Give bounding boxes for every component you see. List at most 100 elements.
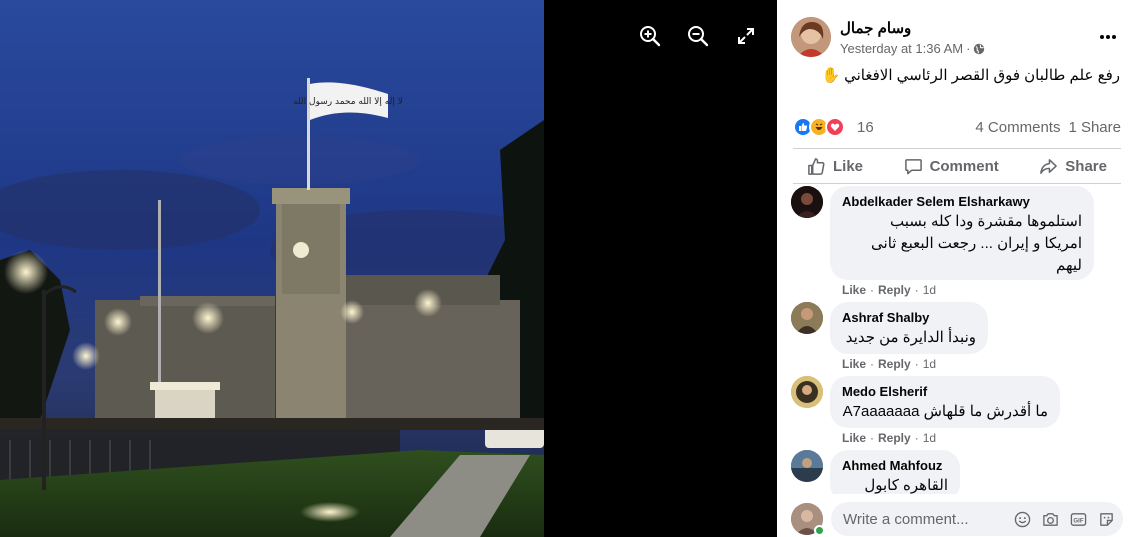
commenter-avatar[interactable] — [791, 376, 823, 408]
commenter-avatar[interactable] — [791, 302, 823, 334]
facebook-photo-theater: لا إله إلا الله محمد رسول الله وسام جمال… — [0, 0, 1136, 537]
post-photo[interactable]: لا إله إلا الله محمد رسول الله — [0, 0, 544, 537]
comment-bubble-icon — [904, 158, 922, 174]
comment-line: ما أقدرش ما قلهاش A7aaaaaaa — [842, 403, 1048, 420]
post-header: وسام جمال Yesterday at 1:36 AM · — [791, 16, 1121, 60]
comment-line: استلموها مقشرة ودا كله بسبب — [890, 213, 1082, 230]
like-button[interactable]: Like — [807, 157, 863, 176]
comment-bubble: Medo Elsherif ما أقدرش ما قلهاش A7aaaaaa… — [830, 376, 1060, 428]
post-text: رفع علم طالبان فوق القصر الرئاسي الافغان… — [821, 66, 1120, 84]
online-status-dot — [814, 525, 825, 536]
smiley-icon — [1014, 511, 1030, 527]
comment-item: Medo Elsherif ما أقدرش ما قلهاش A7aaaaaa… — [791, 376, 1121, 446]
comment-line: امريكا و إيران ... رجعت البعبع ثانى — [871, 235, 1082, 252]
comment-time[interactable]: 1d — [923, 283, 936, 297]
engagement-counts: 4 Comments 1 Share — [975, 119, 1121, 136]
comment-input-tools: GIF — [1013, 510, 1115, 528]
palace-night-photo: لا إله إلا الله محمد رسول الله — [0, 0, 544, 537]
share-button[interactable]: Share — [1039, 157, 1107, 176]
comments-list: Abdelkader Selem Elsharkawy استلموها مقش… — [777, 186, 1136, 494]
gif-button[interactable]: GIF — [1069, 510, 1087, 528]
comment-time[interactable]: 1d — [923, 431, 936, 445]
comment-like-link[interactable]: Like — [842, 357, 866, 371]
post-meta: Yesterday at 1:36 AM · — [840, 41, 985, 56]
commenter-name[interactable]: Ashraf Shalby — [842, 310, 976, 325]
comment-input[interactable]: Write a comment... GIF — [831, 502, 1123, 536]
photo-viewer: لا إله إلا الله محمد رسول الله — [0, 0, 777, 537]
share-label: Share — [1065, 157, 1107, 175]
reaction-count[interactable]: 16 — [857, 119, 874, 136]
comment-bubble: Ashraf Shalby ونبدأ الدايرة من جديد — [830, 302, 988, 354]
post-actions: Like Comment Share — [793, 148, 1121, 184]
comment-text: استلموها مقشرة ودا كله بسبب امريكا و إير… — [842, 211, 1082, 277]
comment-actions: Like · Reply · 1d — [842, 357, 937, 371]
svg-text:GIF: GIF — [1073, 517, 1083, 524]
share-arrow-icon — [1040, 158, 1058, 174]
comment-like-link[interactable]: Like — [842, 431, 866, 445]
love-reaction-icon — [825, 117, 845, 137]
comment-reply-link[interactable]: Reply — [878, 357, 911, 371]
thumbs-up-icon — [808, 157, 825, 175]
reaction-icons[interactable] — [793, 117, 845, 137]
comment-text: ونبدأ الدايرة من جديد — [842, 327, 976, 349]
comment-input-placeholder: Write a comment... — [843, 511, 969, 528]
comment-button[interactable]: Comment — [904, 157, 999, 176]
photo-button[interactable] — [1041, 510, 1059, 528]
comment-line: ونبدأ الدايرة من جديد — [845, 329, 976, 346]
comment-label: Comment — [929, 157, 999, 175]
comment-bubble: Ahmed Mahfouz القاهره كابول — [830, 450, 960, 494]
fullscreen-button[interactable] — [732, 22, 760, 50]
author-name[interactable]: وسام جمال — [840, 19, 911, 37]
comment-bubble: Abdelkader Selem Elsharkawy استلموها مقش… — [830, 186, 1094, 280]
hand-emoji-icon: ✋ — [821, 67, 841, 84]
emoji-button[interactable] — [1013, 510, 1031, 528]
sticker-button[interactable] — [1097, 510, 1115, 528]
meta-separator: · — [966, 41, 971, 56]
viewer-controls — [636, 22, 760, 50]
sticker-icon — [1099, 512, 1113, 526]
globe-icon[interactable] — [973, 43, 985, 55]
comment-time[interactable]: 1d — [923, 357, 936, 371]
comment-reply-link[interactable]: Reply — [878, 283, 911, 297]
zoom-out-icon — [688, 26, 709, 47]
fullscreen-icon — [738, 28, 754, 44]
post-text-content: رفع علم طالبان فوق القصر الرئاسي الافغان… — [844, 67, 1120, 84]
commenter-avatar-image — [791, 186, 823, 218]
comment-item: Ahmed Mahfouz القاهره كابول — [791, 450, 1121, 494]
commenter-avatar[interactable] — [791, 186, 823, 218]
commenter-name[interactable]: Ahmed Mahfouz — [842, 458, 948, 473]
comment-actions: Like · Reply · 1d — [842, 431, 937, 445]
post-time[interactable]: Yesterday at 1:36 AM — [840, 41, 963, 56]
comment-actions: Like · Reply · 1d — [842, 283, 937, 297]
author-avatar-image — [791, 17, 831, 57]
gif-icon: GIF — [1070, 512, 1086, 526]
comment-line: القاهره كابول — [864, 477, 948, 494]
camera-icon — [1042, 512, 1058, 526]
comment-item: Abdelkader Selem Elsharkawy استلموها مقش… — [791, 186, 1121, 297]
flag-shahada: لا إله إلا الله محمد رسول الله — [293, 97, 403, 107]
more-dots-icon — [1100, 35, 1116, 39]
comment-text: ما أقدرش ما قلهاش A7aaaaaaa — [842, 401, 1048, 423]
comment-like-link[interactable]: Like — [842, 283, 866, 297]
shares-count[interactable]: 1 Share — [1068, 119, 1121, 136]
commenter-name[interactable]: Medo Elsherif — [842, 384, 1048, 399]
commenter-name[interactable]: Abdelkader Selem Elsharkawy — [842, 194, 1082, 209]
like-label: Like — [833, 157, 864, 175]
commenter-avatar-image — [791, 450, 823, 482]
commenter-avatar-image — [791, 302, 823, 334]
commenter-avatar-image — [791, 376, 823, 408]
write-comment-bar: Write a comment... GIF — [791, 500, 1123, 536]
comment-reply-link[interactable]: Reply — [878, 431, 911, 445]
more-options-button[interactable] — [1095, 24, 1121, 50]
author-avatar[interactable] — [791, 17, 831, 57]
zoom-in-icon — [640, 26, 661, 47]
reactions-bar: 16 4 Comments 1 Share — [793, 116, 1121, 138]
zoom-out-button[interactable] — [684, 22, 712, 50]
comment-text: القاهره كابول — [842, 475, 948, 494]
comment-item: Ashraf Shalby ونبدأ الدايرة من جديد Like… — [791, 302, 1121, 372]
post-panel: وسام جمال Yesterday at 1:36 AM · رفع علم… — [777, 0, 1136, 537]
commenter-avatar[interactable] — [791, 450, 823, 482]
comments-count[interactable]: 4 Comments — [975, 119, 1060, 136]
comment-line: ليهم — [1056, 257, 1082, 274]
zoom-in-button[interactable] — [636, 22, 664, 50]
